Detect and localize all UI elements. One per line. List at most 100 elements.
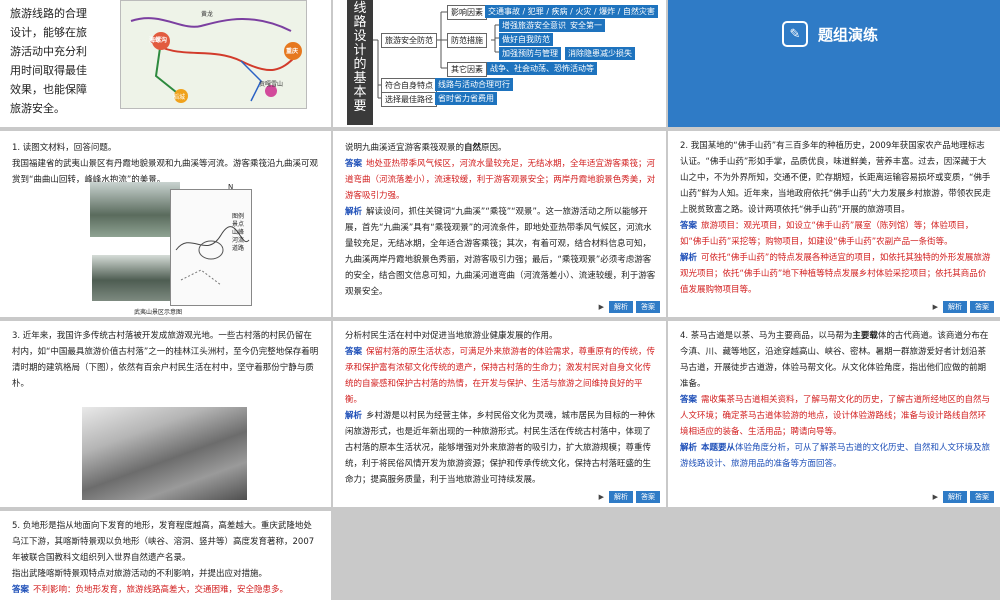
q3-village-photo [82,407,247,500]
summary-line-3: 游活动中充分利 [10,45,87,58]
play-icon[interactable]: ▶ [599,303,604,311]
q3-question: 分析村民生活在村中对促进当地旅游业健康发展的作用。 [345,331,558,341]
q1-analysis-text: 解读设问，抓住关键词“九曲溪”“乘筏”“观景”。这一旅游活动之所以能够开展，首先… [345,207,656,297]
q4-analysis: 解析 本题要从体验角度分析，可从了解茶马古道的文化历史、自然和人文环境及旅游线路设… [680,440,992,472]
q3-button-bar: ▶ 解析 答案 [599,491,660,503]
q1-legend: 图例 景点 山峰 河流 道路 [232,213,244,253]
summary-line-2: 设计，能够在旅 [10,26,87,39]
q5-answer-text: 不利影响：负地形发育，旅游线路高差大，交通困难，安全隐患多。 [33,585,289,595]
q1-answer: 答案 地处亚热带季风气候区，河流水量较充足，无结冰期，全年适宜游客乘筏；河道弯曲（… [345,156,657,204]
play-icon[interactable]: ▶ [933,493,938,501]
node-m3: 加强预防与管理 [499,47,561,60]
answer-button[interactable]: 答案 [970,491,994,503]
q3-analysis: 解析 乡村游是以村民为经营主体，乡村民俗文化为灵魂，城市居民为目标的一种休闲旅游形… [345,408,657,488]
play-icon[interactable]: ▶ [933,303,938,311]
q4-analysis-bold: 本题要从 [701,443,736,453]
summary-text: 旅游线路的合理 设计，能够在旅 游活动中充分利 用时间取得最佳 效果，也能保障 … [10,4,110,118]
map-label-chongqing: 重庆 [286,48,299,55]
north-arrow: N [228,183,234,191]
q4-question-bold: 主要载 [852,331,878,341]
q1-question: 说明九曲溪适宜游客乘筏观景的自然原因。 [345,140,657,156]
node-best-value: 省时省力省费用 [435,92,497,105]
legend-peak: 山峰 [232,229,245,236]
node-influence: 影响因素 [447,5,487,20]
map-label-huanglong: 黄龙 [201,11,214,18]
slide-exercise-title: ✎ 题组演练 [668,0,1000,127]
analysis-button[interactable]: 解析 [609,491,633,503]
q2-answer: 答案 旅游项目：观光项目，如设立“佛手山药”展室（陈列馆）等；体验项目，如“佛手山… [680,218,992,250]
analysis-label: 解析 [345,411,363,421]
node-other-value: 战争、社会动荡、恐怖活动等 [487,62,597,75]
q1-answer-text: 地处亚热带季风气候区，河流水量较充足，无结冰期，全年适宜游客乘筏；河道弯曲（河流… [345,159,656,201]
q5-material: 5. 负地形是指从地面向下发育的地形，发育程度越高，高差越大。重庆武隆地处乌江下… [12,521,315,563]
slide-q3-answer: 分析村民生活在村中对促进当地旅游业健康发展的作用。 答案 保留村落的原生活状态，可… [333,321,666,507]
answer-label: 答案 [345,159,363,169]
pencil-icon: ✎ [782,21,808,47]
slide-q2: 2. 我国某地的“佛手山药”有三百多年的种植历史，2009年获国家农产品地理标志… [668,131,1000,317]
legend-road: 道路 [232,245,245,252]
legend-scenic: 景点 [232,221,245,228]
node-m1: 增强旅游安全意识 [499,19,569,32]
node-m1b: 安全第一 [567,19,605,32]
node-influence-value: 交通事故 / 犯罪 / 疾病 / 火灾 / 爆炸 / 自然灾害 [485,5,658,18]
answer-button[interactable]: 答案 [970,301,994,313]
summary-line-5: 效果，也能保障 [10,83,87,96]
exercise-title: 题组演练 [818,25,879,44]
summary-line-6: 旅游安全。 [10,102,65,115]
slide-route-diagram: 线 路 设 计 的 基 本 要 影响因素 交通事故 / 犯罪 / 疾病 / 火灾… [333,0,666,127]
q1-map-caption: 武夷山景区示意图 [134,309,183,316]
answer-button[interactable]: 答案 [636,301,660,313]
slide-q5: 5. 负地形是指从地面向下发育的地形，发育程度越高，高差越大。重庆武隆地处乌江下… [0,511,331,600]
play-icon[interactable]: ▶ [599,493,604,501]
node-fit-value: 线路与活动合理可行 [435,78,513,91]
q4-answer-text: 需收集茶马古道相关资料，了解马帮文化的历史，了解古道所经地区的自然与人文环境；确… [680,395,991,437]
node-best: 选择最佳路径 [381,92,437,107]
q4-question: 4. 茶马古道是以茶、马为主要商品，以马帮为主要载体的古代商道。该商道分布在今滇… [680,328,992,392]
q4-question-a: 4. 茶马古道是以茶、马为主要商品，以马帮为 [680,331,853,341]
q3-analysis-text: 乡村游是以村民为经营主体，乡村民俗文化为灵魂，城市居民为目标的一种休闲旅游形式，… [345,411,656,485]
node-fit: 符合自身特点 [381,78,437,93]
node-safety: 旅游安全防范 [381,33,437,48]
q3-material: 3. 近年来，我国许多传统古村落被开发成旅游观光地。一些古村落的村民仍留在村内，… [12,331,319,389]
answer-label: 答案 [345,347,363,357]
q3-answer: 答案 保留村落的原生活状态，可满足外来旅游者的体验需求，尊重原有的传统，传承和保护… [345,344,657,408]
q5-question: 指出武隆喀斯特景观特点对旅游活动的不利影响，并提出应对措施。 [12,569,268,579]
slide-q4: 4. 茶马古道是以茶、马为主要商品，以马帮为主要载体的古代商道。该商道分布在今滇… [668,321,1000,507]
q1-button-bar: ▶ 解析 答案 [599,301,660,313]
route-map: 海螺沟 重庆 黄龙 贡嘎雪山 稻城 [120,0,307,109]
slide-route-summary: 旅游线路的合理 设计，能够在旅 游活动中充分利 用时间取得最佳 效果，也能保障 … [0,0,331,127]
node-measures: 防范措施 [447,33,487,48]
analysis-button[interactable]: 解析 [943,301,967,313]
slide-q3: 3. 近年来，我国许多传统古村落被开发成旅游观光地。一些古村落的村民仍留在村内，… [0,321,331,507]
answer-label: 答案 [680,221,698,231]
summary-line-1: 旅游线路的合理 [10,7,87,20]
route-map-svg [130,17,302,103]
q1-photo-bottom [92,255,174,301]
q1-question-a: 说明九曲溪适宜游客乘筏观景的 [345,143,465,153]
answer-label: 答案 [680,395,698,405]
q2-button-bar: ▶ 解析 答案 [933,301,994,313]
slide-q1: 1. 读图文材料，回答问题。 我国福建省的武夷山景区有丹霞地貌景观和九曲溪等河流… [0,131,331,317]
q3-answer-text: 保留村落的原生活状态，可满足外来旅游者的体验需求，尊重原有的传统，传承和保护富有… [345,347,656,405]
q1-analysis: 解析 解读设问，抓住关键词“九曲溪”“乘筏”“观景”。这一旅游活动之所以能够开展，… [345,204,657,300]
analysis-label: 解析 [345,207,363,217]
legend-river: 河流 [232,237,245,244]
slide-q1-answer: 说明九曲溪适宜游客乘筏观景的自然原因。 答案 地处亚热带季风气候区，河流水量较充足… [333,131,666,317]
answer-button[interactable]: 答案 [636,491,660,503]
analysis-button[interactable]: 解析 [943,491,967,503]
q1-intro: 1. 读图文材料，回答问题。 [12,143,117,153]
analysis-button[interactable]: 解析 [609,301,633,313]
q4-button-bar: ▶ 解析 答案 [933,491,994,503]
q1-question-b: 原因。 [481,143,507,153]
q2-question: 2. 我国某地的“佛手山药”有三百多年的种植历史，2009年获国家农产品地理标志… [680,141,991,215]
map-label-gongga: 贡嘎雪山 [259,81,284,88]
q1-photo-top [90,182,180,237]
node-m3b: 消除隐患减少损失 [565,47,635,60]
analysis-label: 解析 [680,443,698,453]
title-wrap: ✎ 题组演练 [782,21,878,47]
node-other: 其它因素 [447,62,487,77]
analysis-label: 解析 [680,253,698,263]
map-label-daocheng: 稻城 [173,94,186,101]
map-label-hailuogou: 海螺沟 [149,37,168,44]
answer-label: 答案 [12,585,30,595]
